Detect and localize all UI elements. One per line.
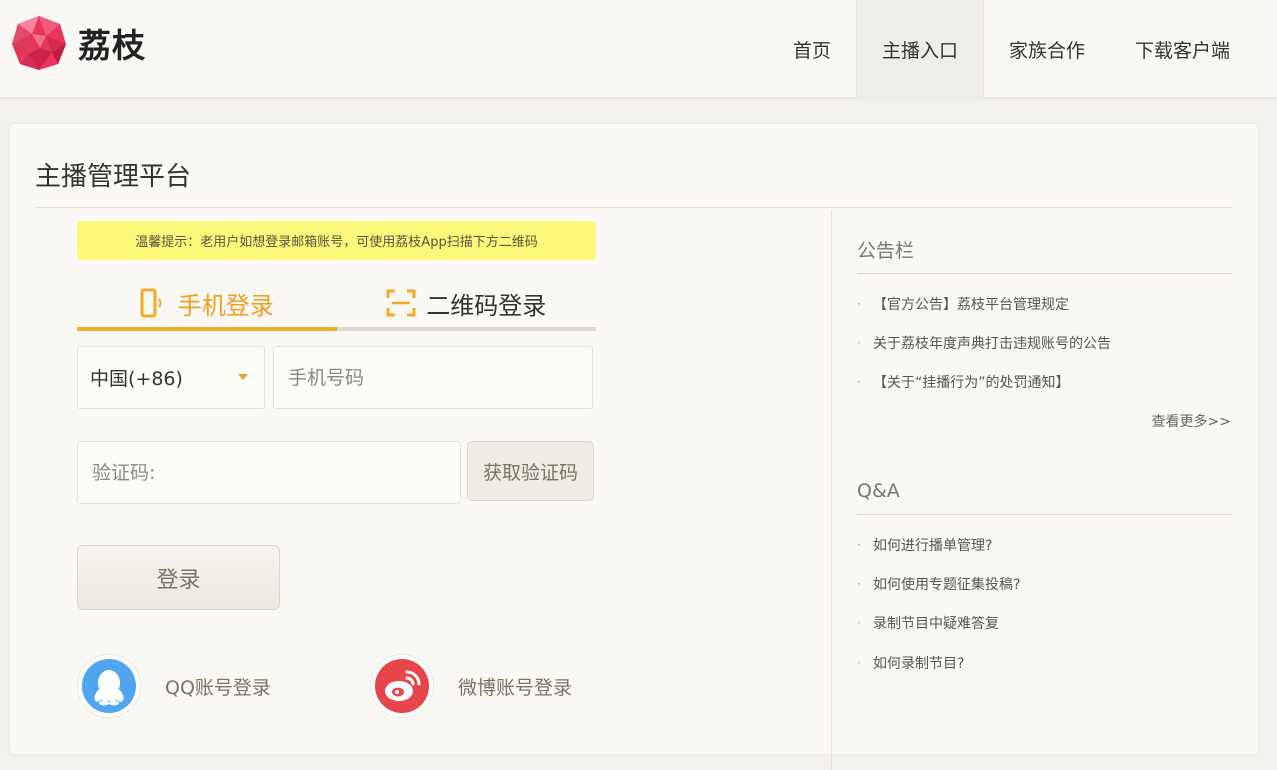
verification-code-input[interactable] bbox=[77, 441, 461, 504]
announcement-item[interactable]: · 关于荔枝年度声典打击违规账号的公告 bbox=[857, 333, 1111, 353]
qa-item[interactable]: · 如何进行播单管理? bbox=[857, 535, 992, 555]
qq-login-label: QQ账号登录 bbox=[165, 676, 271, 699]
announcement-item-label: 【官方公告】荔枝平台管理规定 bbox=[873, 297, 1069, 313]
announcement-item[interactable]: · 【关于“挂播行为”的处罚通知】 bbox=[857, 372, 1070, 392]
nav-download-client[interactable]: 下载客户端 bbox=[1110, 0, 1255, 98]
main-card: 主播管理平台 温馨提示：老用户如想登录邮箱账号，可使用荔枝App扫描下方二维码 … bbox=[10, 124, 1258, 770]
qq-login-button[interactable]: QQ账号登录 bbox=[77, 654, 271, 718]
weibo-icon bbox=[370, 654, 434, 718]
site-header: 荔枝 首页 主播入口 家族合作 下载客户端 bbox=[0, 0, 1277, 98]
logo[interactable]: 荔枝 bbox=[10, 14, 146, 72]
announcement-item[interactable]: · 【官方公告】荔枝平台管理规定 bbox=[857, 294, 1069, 314]
notice-banner: 温馨提示：老用户如想登录邮箱账号，可使用荔枝App扫描下方二维码 bbox=[77, 221, 596, 260]
login-tabs: 手机登录 二维码登录 bbox=[77, 279, 596, 331]
weibo-login-label: 微博账号登录 bbox=[458, 676, 573, 699]
qa-item-label: 如何进行播单管理? bbox=[873, 538, 993, 554]
announcement-divider bbox=[857, 273, 1232, 274]
country-code-value: 中国(+86) bbox=[90, 368, 183, 390]
bullet-icon: · bbox=[857, 375, 861, 389]
nav-home[interactable]: 首页 bbox=[768, 0, 856, 98]
scan-qrcode-icon bbox=[386, 289, 416, 317]
caret-down-icon bbox=[238, 374, 248, 380]
announcement-title: 公告栏 bbox=[857, 240, 915, 262]
phone-signal-icon bbox=[140, 288, 162, 318]
qa-divider bbox=[857, 514, 1232, 515]
bullet-icon: · bbox=[857, 297, 861, 311]
weibo-login-button[interactable]: 微博账号登录 bbox=[370, 654, 572, 718]
bullet-icon: · bbox=[857, 656, 861, 670]
view-more-link[interactable]: 查看更多>> bbox=[1152, 411, 1231, 431]
page-title: 主播管理平台 bbox=[35, 162, 192, 192]
qa-item[interactable]: · 如何使用专题征集投稿? bbox=[857, 574, 1020, 594]
logo-text: 荔枝 bbox=[78, 26, 146, 65]
tab-phone-login[interactable]: 手机登录 bbox=[77, 279, 337, 331]
bullet-icon: · bbox=[857, 336, 861, 350]
lychee-logo-icon bbox=[12, 16, 66, 70]
qa-title: Q&A bbox=[857, 480, 900, 502]
tab-qrcode-login-label: 二维码登录 bbox=[426, 291, 547, 320]
country-code-select[interactable]: 中国(+86) bbox=[77, 346, 265, 409]
nav-family-cooperation[interactable]: 家族合作 bbox=[984, 0, 1110, 98]
qa-item[interactable]: · 如何录制节目? bbox=[857, 653, 964, 673]
title-divider bbox=[35, 207, 1232, 208]
tab-qrcode-login[interactable]: 二维码登录 bbox=[336, 279, 596, 331]
main-nav: 首页 主播入口 家族合作 下载客户端 bbox=[768, 0, 1255, 98]
nav-anchor-entry[interactable]: 主播入口 bbox=[855, 0, 984, 98]
tab-phone-login-label: 手机登录 bbox=[177, 291, 274, 320]
qa-item[interactable]: · 录制节目中疑难答复 bbox=[857, 613, 999, 633]
qq-icon bbox=[77, 654, 141, 718]
get-code-button[interactable]: 获取验证码 bbox=[467, 441, 594, 501]
bullet-icon: · bbox=[857, 616, 861, 630]
announcement-item-label: 关于荔枝年度声典打击违规账号的公告 bbox=[873, 336, 1111, 352]
bullet-icon: · bbox=[857, 538, 861, 552]
announcement-item-label: 【关于“挂播行为”的处罚通知】 bbox=[873, 375, 1070, 391]
qa-item-label: 如何录制节目? bbox=[873, 656, 965, 672]
phone-number-input[interactable] bbox=[273, 346, 593, 409]
qa-item-label: 录制节目中疑难答复 bbox=[873, 616, 999, 632]
qa-item-label: 如何使用专题征集投稿? bbox=[873, 577, 1021, 593]
column-divider bbox=[831, 210, 832, 770]
login-button[interactable]: 登录 bbox=[77, 545, 280, 610]
bullet-icon: · bbox=[857, 577, 861, 591]
